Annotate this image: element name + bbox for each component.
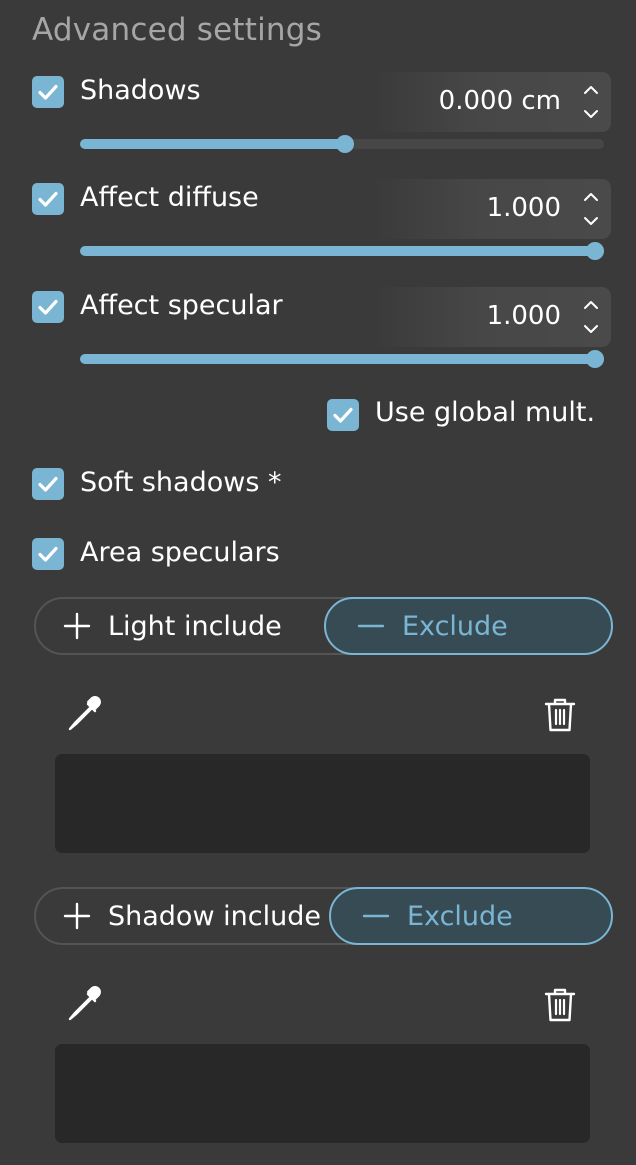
area-speculars-checkbox[interactable] bbox=[32, 538, 64, 570]
light-exclude-option[interactable]: Exclude bbox=[324, 597, 613, 655]
section-title: Advanced settings bbox=[32, 12, 322, 48]
soft-shadows-checkbox[interactable] bbox=[32, 468, 64, 500]
shadows-value-spinner[interactable]: 0.000 cm bbox=[370, 72, 611, 132]
light-include-label: Light include bbox=[108, 610, 282, 642]
shadow-exclude-label: Exclude bbox=[407, 900, 513, 932]
affect-diffuse-slider[interactable] bbox=[80, 242, 604, 260]
affect-specular-value[interactable]: 1.000 bbox=[487, 301, 561, 331]
plus-icon bbox=[63, 612, 91, 640]
affect-specular-label: Affect specular bbox=[80, 290, 283, 321]
checkmark-icon bbox=[38, 191, 58, 207]
shadows-label: Shadows bbox=[80, 75, 201, 106]
affect-diffuse-label: Affect diffuse bbox=[80, 182, 259, 213]
affect-diffuse-slider-handle[interactable] bbox=[586, 242, 604, 260]
light-include-option[interactable]: Light include bbox=[62, 599, 282, 653]
light-exclude-label: Exclude bbox=[402, 610, 508, 642]
affect-specular-slider-fill bbox=[80, 354, 604, 364]
minus-icon bbox=[357, 624, 385, 628]
shadows-checkbox[interactable] bbox=[32, 76, 64, 108]
area-speculars-label: Area speculars bbox=[80, 537, 280, 568]
minus-icon bbox=[362, 914, 390, 918]
use-global-mult-checkbox[interactable] bbox=[327, 399, 359, 431]
up-down-arrows-icon[interactable] bbox=[581, 80, 601, 124]
checkmark-icon bbox=[38, 84, 58, 100]
eyedropper-icon[interactable] bbox=[65, 984, 105, 1024]
checkmark-icon bbox=[38, 476, 58, 492]
affect-diffuse-value[interactable]: 1.000 bbox=[487, 193, 561, 223]
plus-icon bbox=[63, 902, 91, 930]
light-exclude-list[interactable] bbox=[55, 754, 590, 853]
shadows-slider-handle[interactable] bbox=[336, 135, 354, 153]
light-include-exclude-toggle: Light include Exclude bbox=[34, 597, 613, 655]
checkmark-icon bbox=[38, 546, 58, 562]
up-down-arrows-icon[interactable] bbox=[581, 295, 601, 339]
affect-specular-slider[interactable] bbox=[80, 350, 604, 368]
shadows-slider-fill bbox=[80, 139, 345, 149]
use-global-mult-label: Use global mult. bbox=[375, 397, 596, 428]
advanced-settings-panel: Advanced settings Shadows 0.000 cm Affec… bbox=[0, 0, 636, 1165]
shadows-value[interactable]: 0.000 cm bbox=[439, 86, 561, 116]
checkmark-icon bbox=[333, 407, 353, 423]
affect-specular-value-spinner[interactable]: 1.000 bbox=[370, 287, 611, 347]
trash-icon[interactable] bbox=[540, 985, 580, 1025]
affect-diffuse-value-spinner[interactable]: 1.000 bbox=[370, 179, 611, 239]
shadow-exclude-option[interactable]: Exclude bbox=[329, 887, 613, 945]
soft-shadows-label: Soft shadows * bbox=[80, 467, 282, 498]
shadows-slider[interactable] bbox=[80, 135, 604, 153]
affect-diffuse-slider-fill bbox=[80, 246, 604, 256]
affect-specular-slider-handle[interactable] bbox=[586, 350, 604, 368]
affect-specular-checkbox[interactable] bbox=[32, 291, 64, 323]
affect-diffuse-checkbox[interactable] bbox=[32, 183, 64, 215]
shadow-exclude-list[interactable] bbox=[55, 1044, 590, 1143]
trash-icon[interactable] bbox=[540, 695, 580, 735]
shadow-include-label: Shadow include bbox=[108, 900, 321, 932]
checkmark-icon bbox=[38, 299, 58, 315]
shadow-include-exclude-toggle: Shadow include Exclude bbox=[34, 887, 613, 945]
eyedropper-icon[interactable] bbox=[65, 694, 105, 734]
up-down-arrows-icon[interactable] bbox=[581, 187, 601, 231]
shadow-include-option[interactable]: Shadow include bbox=[62, 889, 321, 943]
